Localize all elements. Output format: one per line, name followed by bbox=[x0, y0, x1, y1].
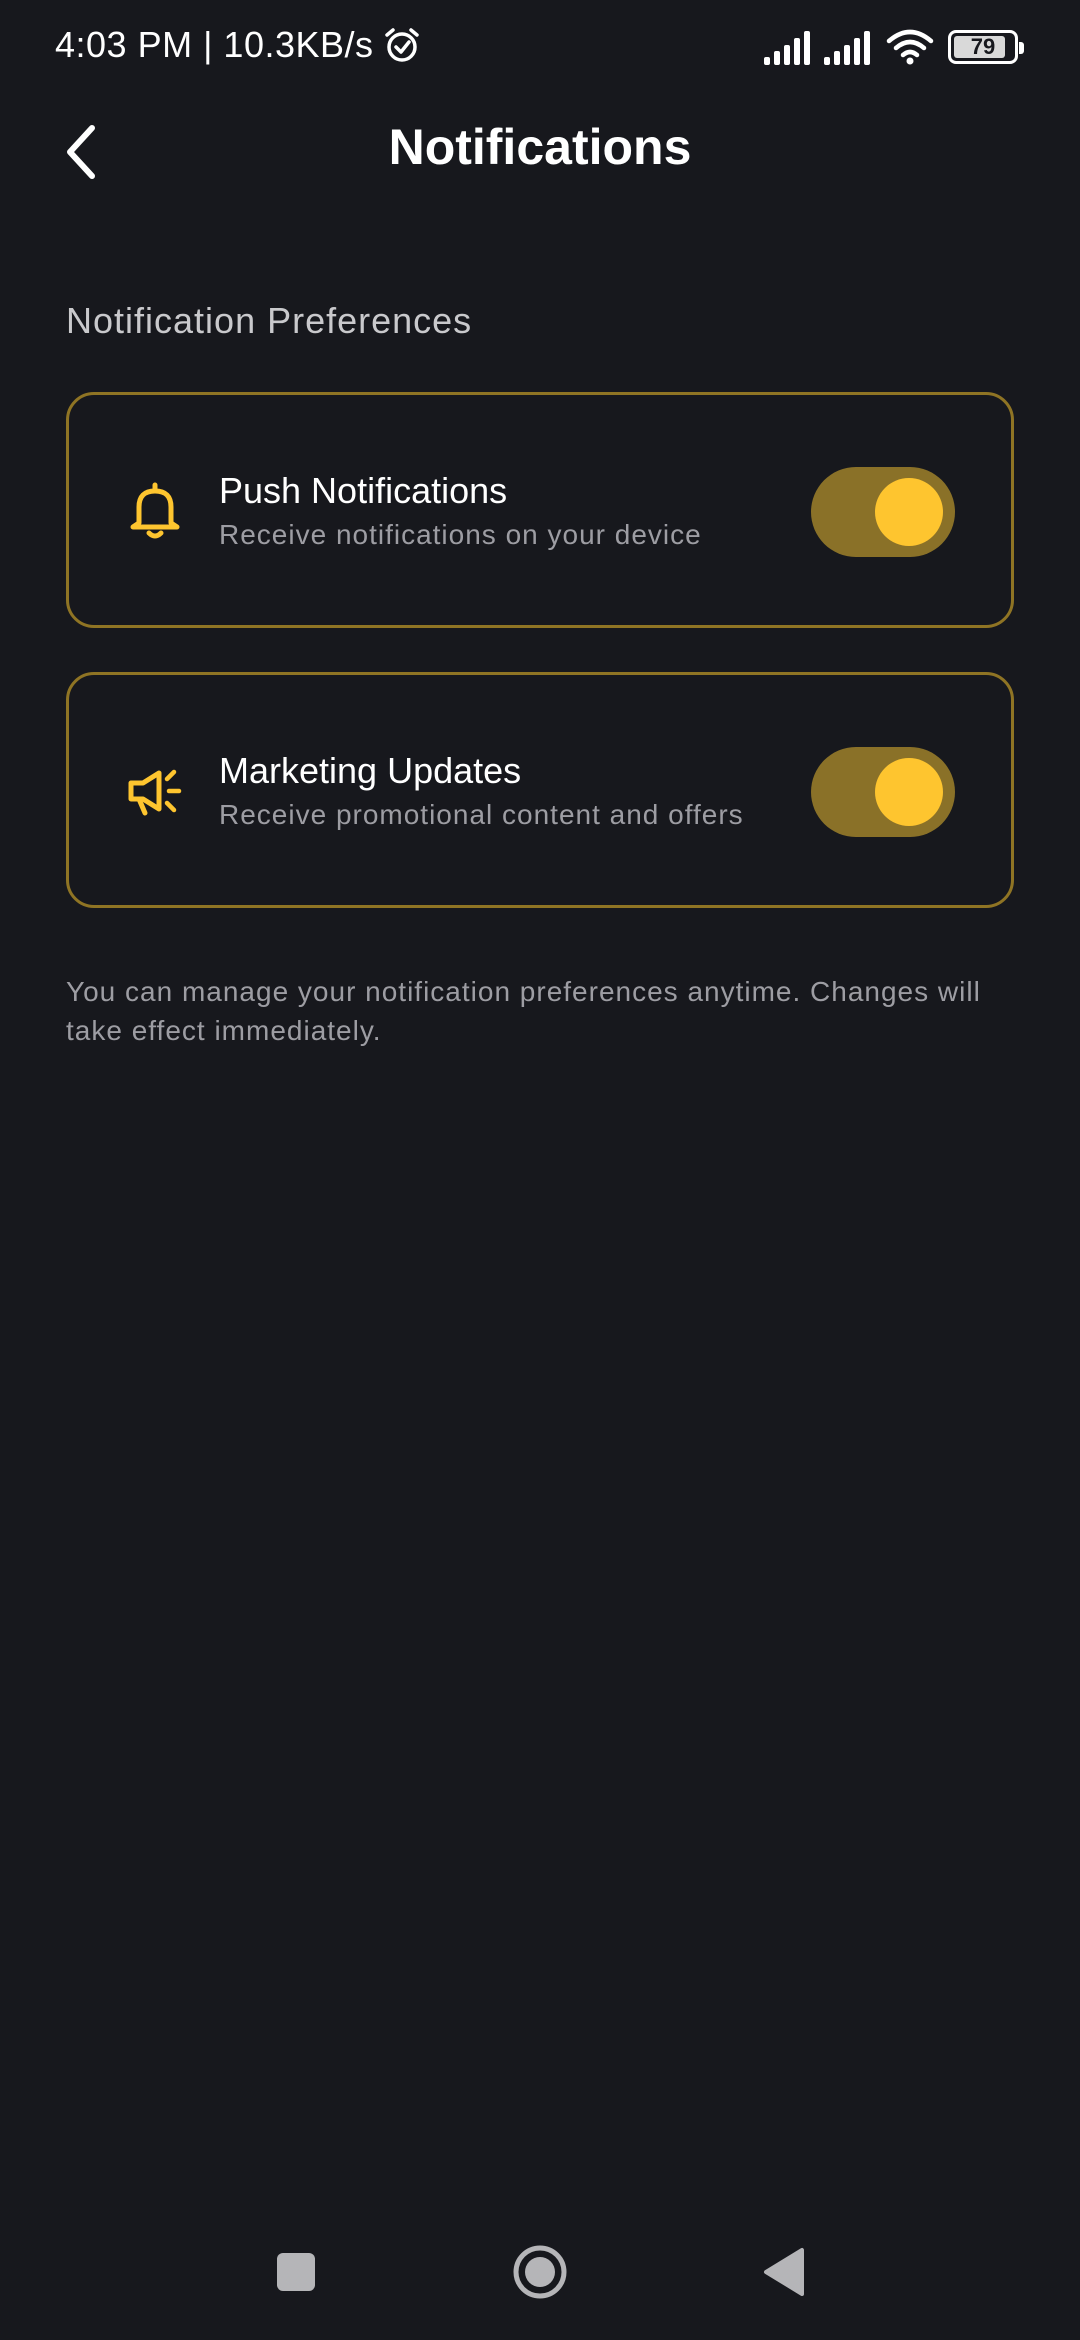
signal-icon bbox=[824, 29, 874, 65]
signal-icon bbox=[764, 29, 814, 65]
battery-indicator: 79 bbox=[948, 30, 1024, 64]
marketing-updates-subtitle: Receive promotional content and offers bbox=[219, 799, 744, 830]
push-notifications-subtitle: Receive notifications on your device bbox=[219, 519, 702, 550]
app-header: Notifications bbox=[0, 110, 1080, 194]
system-nav-bar bbox=[0, 2210, 1080, 2340]
recents-button[interactable] bbox=[256, 2232, 336, 2312]
status-right: 79 bbox=[764, 28, 1024, 66]
status-left: 4:03 PM | 10.3KB/s bbox=[55, 24, 422, 66]
push-notifications-toggle[interactable] bbox=[811, 467, 955, 557]
marketing-updates-card: Marketing Updates Receive promotional co… bbox=[66, 672, 1014, 908]
page-title: Notifications bbox=[388, 119, 692, 175]
toggle-knob bbox=[875, 758, 943, 826]
info-text: You can manage your notification prefere… bbox=[66, 976, 981, 1046]
home-button[interactable] bbox=[500, 2232, 580, 2312]
marketing-updates-text: Marketing Updates Receive promotional co… bbox=[219, 749, 744, 835]
push-notifications-card: Push Notifications Receive notifications… bbox=[66, 392, 1014, 628]
section-title: Notification Preferences bbox=[66, 300, 473, 341]
status-time-speed: 4:03 PM | 10.3KB/s bbox=[55, 24, 374, 65]
marketing-updates-title: Marketing Updates bbox=[219, 750, 522, 791]
triangle-back-icon bbox=[764, 2248, 804, 2296]
toggle-knob bbox=[875, 478, 943, 546]
wifi-icon bbox=[886, 28, 934, 66]
bell-icon bbox=[119, 475, 191, 547]
circle-icon bbox=[513, 2245, 567, 2299]
marketing-updates-toggle[interactable] bbox=[811, 747, 955, 837]
status-bar: 4:03 PM | 10.3KB/s 79 bbox=[0, 0, 1080, 96]
push-notifications-title: Push Notifications bbox=[219, 470, 508, 511]
battery-level: 79 bbox=[970, 34, 996, 59]
square-icon bbox=[277, 2253, 315, 2291]
system-back-button[interactable] bbox=[744, 2232, 824, 2312]
alarm-icon bbox=[382, 25, 422, 65]
push-notifications-text: Push Notifications Receive notifications… bbox=[219, 469, 702, 555]
megaphone-icon bbox=[119, 755, 191, 827]
